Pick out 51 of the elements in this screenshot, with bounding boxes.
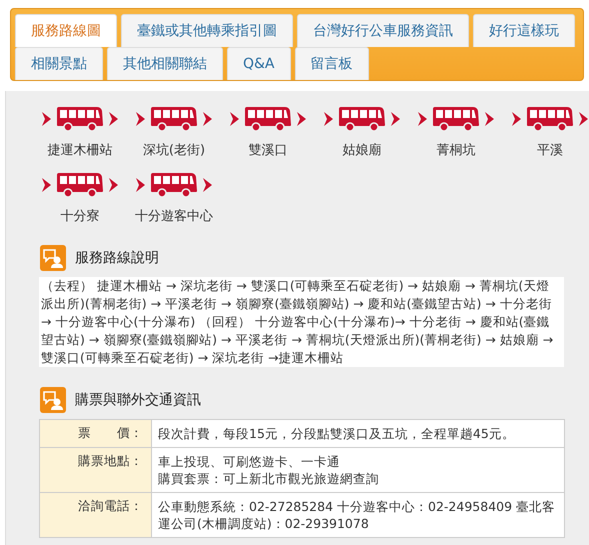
chevron-icon	[579, 112, 588, 126]
row-label: 購票地點：	[40, 448, 152, 492]
row-value: 車上投現、可刷悠遊卡、一卡通 購買套票：可上新北市觀光旅遊網查詢	[152, 448, 564, 492]
tab[interactable]: 好行這樣玩	[473, 14, 575, 47]
chevron-icon	[230, 112, 239, 126]
chevron-icon	[418, 112, 427, 126]
bus-icon	[57, 107, 103, 131]
chevron-icon	[485, 112, 494, 126]
chevron-icon	[203, 178, 212, 192]
chevron-icon	[42, 112, 51, 126]
tab[interactable]: 留言板	[294, 47, 369, 80]
stop-name: 平溪	[537, 142, 563, 159]
row-label: 洽詢電話：	[40, 492, 152, 538]
bus-icon	[57, 173, 103, 197]
stop-name: 十分遊客中心	[135, 208, 213, 225]
bus-icon	[433, 107, 479, 131]
chevron-icon	[136, 178, 145, 192]
chevron-icon	[42, 178, 51, 192]
stop-name: 姑娘廟	[342, 142, 382, 159]
stop-name: 深坑(老街)	[142, 142, 206, 159]
chevron-icon	[109, 178, 118, 192]
stop-name: 捷運木柵站	[48, 142, 112, 159]
tab[interactable]: 服務路線圖	[15, 14, 117, 47]
section-title: 服務路線說明	[75, 249, 159, 267]
tab[interactable]: 相關景點	[15, 47, 103, 80]
chevron-icon	[324, 112, 333, 126]
bus-icon	[151, 173, 197, 197]
route-description: （去程） 捷運木柵站 → 深坑老街 → 雙溪口(可轉乘至石碇老街) → 姑娘廟 → 菁桐坑(天燈派出所)(菁桐老街) → 平溪老街 → 嶺腳寮(臺鐵嶺腳站) → 慶和站(臺鐵望古站) → 十分老街 → 十分遊客中心(十分瀑布) （回程） 十分遊客中心(十分瀑布)→ 十分老街 → 慶和站(臺鐵望古站) → 嶺腳寮(臺鐵嶺腳站) → 平溪老街 → 菁桐坑(天燈派出所)(菁桐老街) → 姑娘廟 → 雙溪口(可轉乘至石碇老街) → 深坑老街 →捷運木柵站	[39, 277, 564, 367]
stop-name: 雙溪口	[248, 142, 288, 159]
bus-icon	[151, 107, 197, 131]
tab[interactable]: Q&A	[227, 47, 291, 80]
tab[interactable]: 其他相關聯結	[107, 47, 223, 80]
bus-icon	[339, 107, 385, 131]
chevron-icon	[512, 112, 521, 126]
row-value: 段次計費，每段15元，分段點雙溪口及五坑，全程單趟45元。	[152, 420, 564, 448]
row-value: 公車動態系統：02-27285284 十分遊客中心：02-24958409 臺北客運公司(木柵調度站)：02-29391078	[152, 492, 564, 538]
chevron-icon	[203, 112, 212, 126]
stop-name: 菁桐坑	[436, 142, 476, 159]
tab[interactable]: 臺鐵或其他轉乘指引圖	[121, 14, 293, 47]
chevron-icon	[136, 112, 145, 126]
chevron-icon	[109, 112, 118, 126]
tab[interactable]: 台灣好行公車服務資訊	[297, 14, 469, 47]
chevron-icon	[391, 112, 400, 126]
bus-icon	[245, 107, 291, 131]
section-title: 購票與聯外交通資訊	[75, 391, 201, 409]
chat-person-icon	[40, 245, 66, 271]
stop-name: 十分寮	[60, 208, 100, 225]
bus-icon	[527, 107, 573, 131]
chevron-icon	[297, 112, 306, 126]
chat-person-icon	[40, 387, 66, 413]
row-label: 票 價：	[40, 420, 152, 448]
